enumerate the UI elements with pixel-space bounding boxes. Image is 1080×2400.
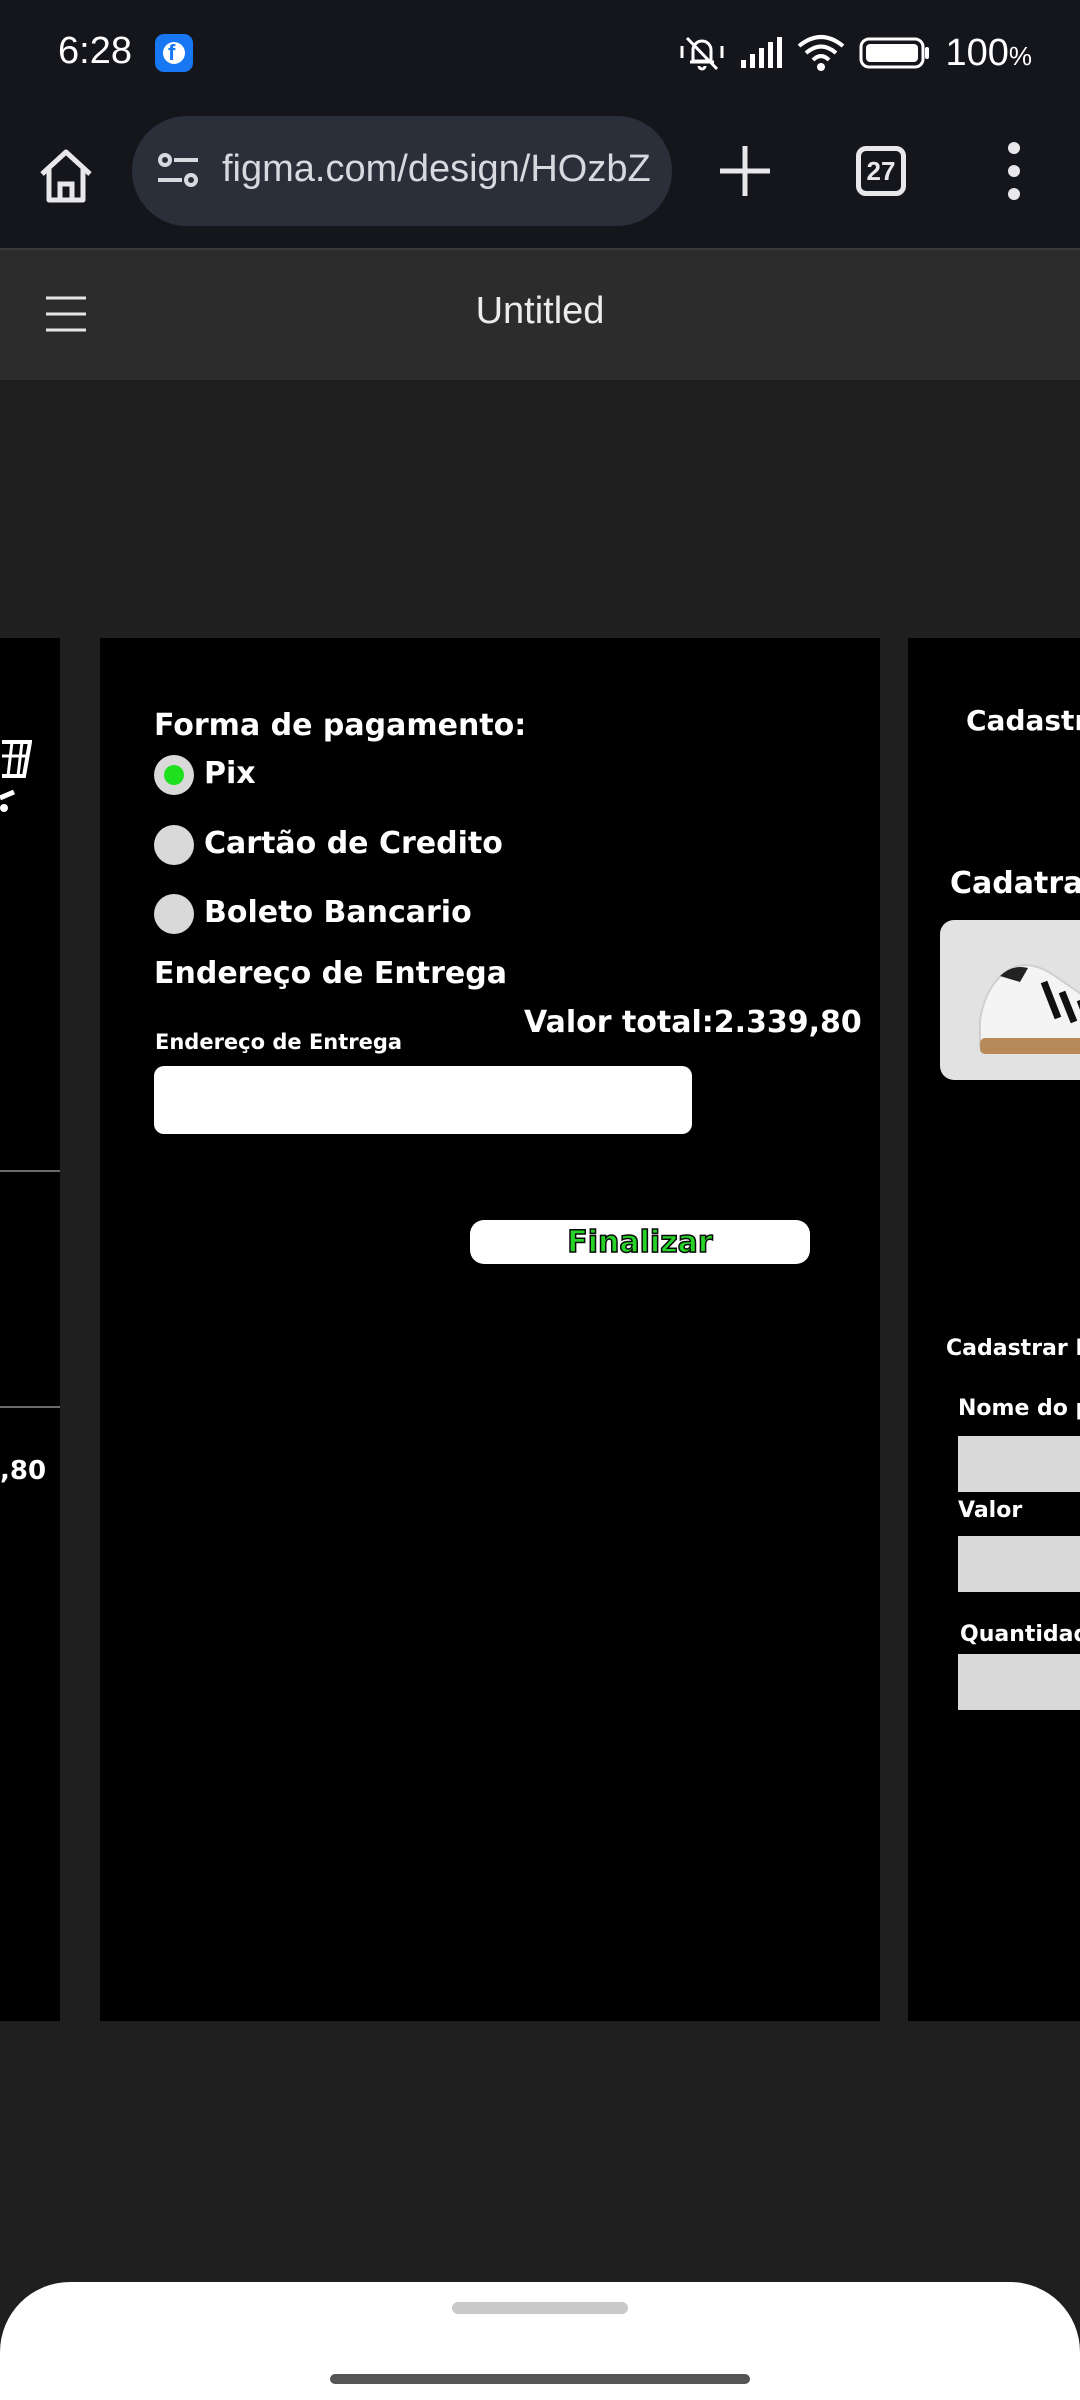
value-fragment: ,80 (0, 1456, 47, 1486)
figma-header: Untitled (0, 248, 1080, 380)
address-input[interactable] (154, 1066, 692, 1134)
payment-frame[interactable]: Forma de pagamento: Pix Cartão de Credit… (100, 638, 880, 2021)
cart-icon (0, 740, 32, 812)
browser-toolbar: figma.com/design/HOzbZe 27 (0, 108, 1080, 248)
radio-boleto[interactable] (154, 894, 194, 934)
battery-percentage: 100% (945, 32, 1032, 75)
right-frame-subtitle: Cadatrac (950, 866, 1080, 901)
sneaker-image (979, 964, 1080, 1054)
divider (0, 1170, 60, 1172)
battery-unit: % (1008, 40, 1032, 71)
total-value: Valor total:2.339,80 (524, 1005, 862, 1040)
option-label-pix: Pix (204, 756, 256, 791)
field-label-value: Valor (958, 1498, 1023, 1523)
facebook-badge-letter: f (168, 40, 176, 65)
gesture-nav-bar[interactable] (330, 2374, 750, 2384)
register-section-label: Cadastrar N (946, 1336, 1080, 1361)
field-label-quantity: Quantidad (960, 1622, 1080, 1647)
radio-pix[interactable] (154, 755, 194, 795)
battery-value: 100 (945, 31, 1009, 74)
product-image (940, 920, 1080, 1080)
address-bar[interactable]: figma.com/design/HOzbZe (132, 116, 672, 226)
radio-credit-card[interactable] (154, 825, 194, 865)
status-bar: 6:28 f 100% (0, 0, 1080, 108)
site-settings-icon[interactable] (154, 146, 202, 194)
status-time: 6:28 (58, 30, 132, 72)
product-quantity-input[interactable] (958, 1654, 1080, 1710)
right-frame[interactable]: Cadastr Cadatrac Cadastrar N Nome do p V… (908, 638, 1080, 2021)
wifi-icon (798, 35, 845, 71)
field-label-name: Nome do p (958, 1396, 1080, 1421)
divider (0, 1406, 60, 1408)
url-text: figma.com/design/HOzbZe (222, 148, 652, 190)
delivery-address-heading: Endereço de Entrega (154, 956, 507, 991)
mute-vibrate-icon (680, 36, 724, 71)
file-title[interactable]: Untitled (0, 290, 1080, 333)
option-label-boleto: Boleto Bancario (204, 895, 472, 930)
sheet-drag-handle[interactable] (452, 2302, 628, 2314)
home-icon[interactable] (34, 144, 98, 208)
more-options-icon[interactable] (1000, 138, 1028, 204)
facebook-notification-icon: f (155, 34, 193, 72)
address-field-label: Endereço de Entrega (155, 1030, 403, 1054)
product-value-input[interactable] (958, 1536, 1080, 1592)
new-tab-icon[interactable] (712, 138, 778, 204)
signal-icon (741, 37, 783, 68)
tab-switcher-button[interactable]: 27 (856, 146, 906, 196)
left-frame[interactable]: ,80 (0, 638, 60, 2021)
payment-method-heading: Forma de pagamento: (154, 708, 527, 743)
status-icons: 100% (679, 28, 1032, 78)
finalize-button[interactable]: Finalizar (470, 1220, 810, 1264)
battery-icon (859, 37, 930, 69)
product-name-input[interactable] (958, 1436, 1080, 1492)
right-frame-title: Cadastr (966, 704, 1080, 737)
bottom-sheet[interactable] (0, 2282, 1080, 2400)
option-label-credit-card: Cartão de Credito (204, 826, 503, 861)
finalize-label: Finalizar (567, 1224, 714, 1261)
